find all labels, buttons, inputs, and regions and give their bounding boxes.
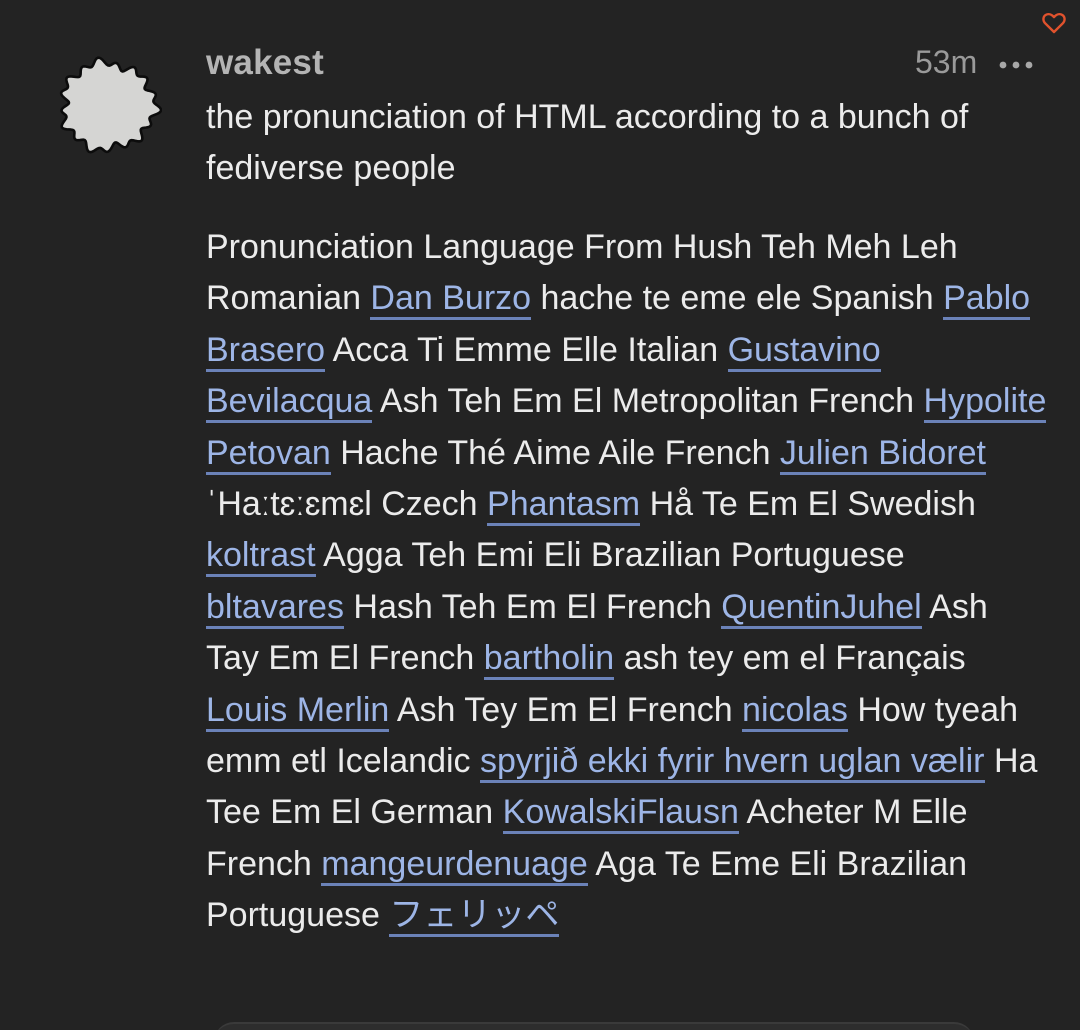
mention-link[interactable]: Dan Burzo <box>370 279 532 321</box>
post-summary: the pronunciation of HTML according to a… <box>206 98 969 187</box>
avatar[interactable] <box>54 52 162 160</box>
body-text: Agga Teh Emi Eli Brazilian Portuguese <box>315 536 905 575</box>
mention-link[interactable]: mangeurdenuage <box>321 844 588 886</box>
body-text: Hash Teh Em El French <box>343 587 722 626</box>
body-text: Ash Tey Em El French <box>389 690 743 729</box>
next-post-edge <box>214 1022 974 1030</box>
mention-link[interactable]: Louis Merlin <box>206 690 390 732</box>
mention-link[interactable]: koltrast <box>206 536 316 578</box>
mention-link[interactable]: bltavares <box>206 587 344 629</box>
mention-link[interactable]: Phantasm <box>487 485 641 527</box>
mention-link[interactable]: bartholin <box>483 639 615 681</box>
mention-link[interactable]: フェリッペ <box>389 896 560 938</box>
heart-outline-icon[interactable] <box>1041 10 1067 36</box>
body-text: Ash Teh Em El Metropolitan French <box>372 382 924 421</box>
post-body: Pronunciation Language From Hush Teh Meh… <box>206 222 1048 942</box>
mention-link[interactable]: QuentinJuhel <box>721 587 922 629</box>
mention-link[interactable]: Julien Bidoret <box>779 433 986 475</box>
body-text: Hå Te Em El Swedish <box>640 485 976 524</box>
body-text: ˈHaːtɛːɛmɛl Czech <box>206 485 488 524</box>
body-text: hache te eme ele Spanish <box>531 279 944 318</box>
mention-link[interactable]: nicolas <box>742 690 848 732</box>
more-dots-icon[interactable] <box>998 54 1038 76</box>
body-text: Hache Thé Aime Aile French <box>330 433 780 472</box>
body-text: Acca Ti Emme Elle Italian <box>325 330 728 369</box>
mention-link[interactable]: KowalskiFlausn <box>502 793 739 835</box>
post-timestamp[interactable]: 53m <box>915 44 977 81</box>
author-name[interactable]: wakest <box>206 43 324 83</box>
post-card: wakest 53m the pronunciation of HTML acc… <box>0 0 1080 1030</box>
body-text: ash tey em el Français <box>614 639 966 678</box>
mention-link[interactable]: spyrjið ekki fyrir hvern uglan vælir <box>480 742 985 784</box>
